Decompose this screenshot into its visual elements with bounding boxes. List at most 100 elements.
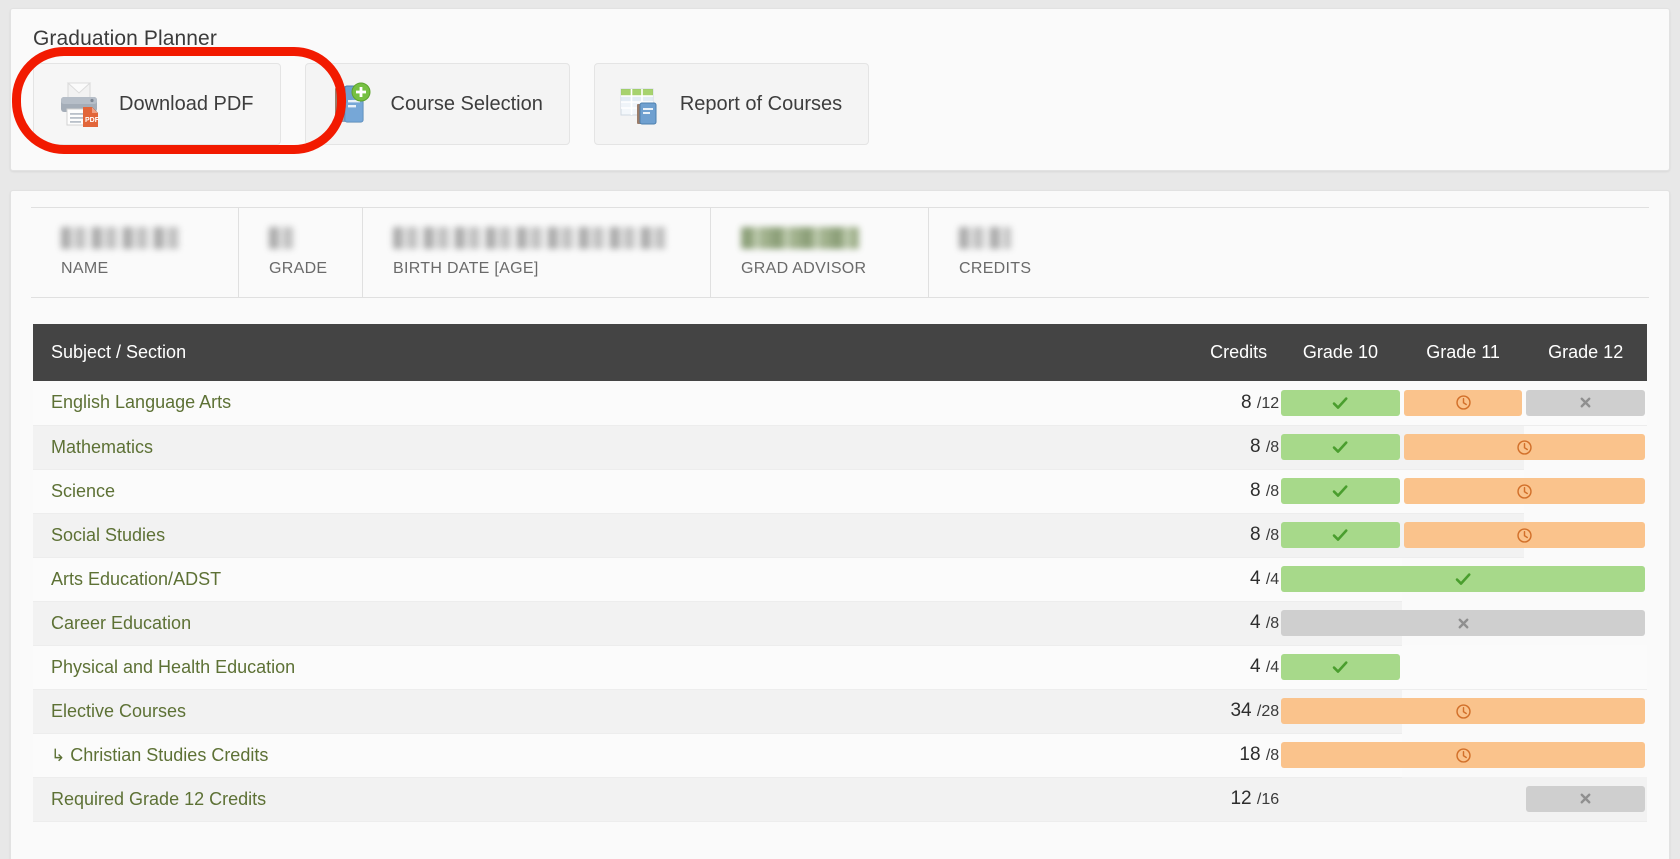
table-row[interactable]: Required Grade 12 Credits 12 /16 bbox=[33, 777, 1647, 822]
subject-label[interactable]: ↳ Christian Studies Credits bbox=[33, 745, 268, 765]
check-icon bbox=[1333, 397, 1348, 409]
report-of-courses-button[interactable]: Report of Courses bbox=[593, 63, 870, 145]
credits-required: /28 bbox=[1256, 703, 1280, 720]
status-bar-in-progress[interactable] bbox=[1403, 389, 1523, 416]
student-grade-value-redacted bbox=[269, 227, 293, 249]
column-header-credits[interactable]: Credits bbox=[1147, 324, 1280, 381]
status-cell-grade-11[interactable] bbox=[1401, 425, 1645, 470]
table-row[interactable]: ↳ Christian Studies Credits 18 /8 bbox=[33, 733, 1647, 778]
subject-cell: Arts Education/ADST bbox=[33, 557, 1148, 602]
download-pdf-button[interactable]: PDF Download PDF bbox=[33, 63, 281, 145]
credits-cell: 8 /8 bbox=[1147, 513, 1280, 558]
status-bar-complete[interactable] bbox=[1281, 389, 1400, 416]
column-header-grade-11[interactable]: Grade 11 bbox=[1401, 324, 1525, 381]
table-row[interactable]: Elective Courses 34 /28 bbox=[33, 689, 1647, 734]
status-cell-grade-10[interactable] bbox=[1279, 425, 1402, 470]
subject-label[interactable]: Career Education bbox=[33, 613, 191, 633]
status-cell-grade-10[interactable] bbox=[1279, 777, 1402, 822]
status-bar-in-progress[interactable] bbox=[1403, 434, 1645, 460]
status-bar-complete[interactable] bbox=[1281, 434, 1400, 460]
status-cell-grade-10[interactable] bbox=[1279, 469, 1402, 514]
status-cell-grade-12[interactable] bbox=[1524, 777, 1647, 822]
credits-earned: 4 bbox=[1249, 612, 1261, 633]
status-cell-grade-10[interactable] bbox=[1279, 689, 1645, 734]
status-cell-grade-10[interactable] bbox=[1279, 733, 1645, 778]
credits-required: /8 bbox=[1265, 615, 1280, 632]
status-cell-grade-10[interactable] bbox=[1279, 381, 1402, 426]
credits-cell: 18 /8 bbox=[1147, 733, 1280, 778]
credits-cell: 4 /4 bbox=[1147, 557, 1280, 602]
clock-icon bbox=[1455, 747, 1471, 763]
credits-earned: 8 bbox=[1249, 524, 1261, 545]
subject-label[interactable]: Arts Education/ADST bbox=[33, 569, 221, 589]
subject-label[interactable]: Mathematics bbox=[33, 437, 153, 457]
status-cell-grade-11[interactable] bbox=[1401, 513, 1645, 558]
table-row[interactable]: Mathematics 8 /8 bbox=[33, 425, 1647, 470]
cross-icon bbox=[1458, 618, 1469, 628]
course-selection-button[interactable]: Course Selection bbox=[304, 63, 570, 145]
status-bar-complete[interactable] bbox=[1281, 478, 1400, 504]
credits-required: /8 bbox=[1265, 483, 1280, 500]
check-icon bbox=[1333, 661, 1348, 673]
status-bar-in-progress[interactable] bbox=[1281, 742, 1645, 768]
subject-label[interactable]: English Language Arts bbox=[33, 392, 231, 412]
status-cell-grade-12[interactable] bbox=[1524, 645, 1647, 690]
subject-cell: Social Studies bbox=[33, 513, 1148, 558]
table-row[interactable]: Physical and Health Education 4 /4 bbox=[33, 645, 1647, 690]
credits-required: /16 bbox=[1256, 791, 1280, 808]
check-icon bbox=[1333, 441, 1348, 453]
page-title: Graduation Planner bbox=[33, 27, 217, 50]
credits-earned: 8 bbox=[1241, 391, 1252, 413]
status-bar-complete[interactable] bbox=[1281, 654, 1400, 680]
credits-value-redacted bbox=[959, 227, 1011, 249]
credits-earned: 12 bbox=[1230, 788, 1252, 809]
status-bar-in-progress[interactable] bbox=[1281, 698, 1645, 724]
subject-cell: English Language Arts bbox=[33, 381, 1148, 426]
status-cell-grade-11[interactable] bbox=[1401, 777, 1525, 822]
status-cell-grade-11[interactable] bbox=[1401, 469, 1645, 514]
grad-advisor-value-redacted bbox=[741, 227, 859, 249]
subject-label[interactable]: Required Grade 12 Credits bbox=[33, 789, 266, 809]
table-row[interactable]: Social Studies 8 /8 bbox=[33, 513, 1647, 558]
subject-label[interactable]: Elective Courses bbox=[33, 701, 186, 721]
spreadsheet-book-icon bbox=[617, 80, 663, 128]
printer-pdf-icon: PDF bbox=[56, 80, 102, 128]
info-label-name: NAME bbox=[61, 260, 109, 277]
check-icon bbox=[1333, 529, 1348, 541]
subject-cell: Mathematics bbox=[33, 425, 1148, 470]
subject-label[interactable]: Science bbox=[33, 481, 115, 501]
status-cell-grade-10[interactable] bbox=[1279, 513, 1402, 558]
status-bar-not-met[interactable] bbox=[1526, 785, 1645, 812]
column-header-grade-10[interactable]: Grade 10 bbox=[1279, 324, 1402, 381]
action-button-group: PDF Download PDF Course Selection Report… bbox=[33, 63, 1647, 145]
subject-label[interactable]: Social Studies bbox=[33, 525, 165, 545]
table-row[interactable]: Arts Education/ADST 4 /4 bbox=[33, 557, 1647, 602]
status-bar-complete[interactable] bbox=[1281, 566, 1645, 592]
status-bar-in-progress[interactable] bbox=[1403, 522, 1645, 548]
status-cell-grade-10[interactable] bbox=[1279, 601, 1645, 646]
check-icon bbox=[1455, 573, 1471, 585]
status-bar-not-met[interactable] bbox=[1526, 389, 1645, 416]
table-row[interactable]: English Language Arts 8 /12 bbox=[33, 381, 1647, 426]
credits-cell: 4 /8 bbox=[1147, 601, 1280, 646]
book-add-icon bbox=[328, 80, 374, 128]
info-cell-grad-advisor: GRAD ADVISOR bbox=[711, 208, 929, 297]
subject-label[interactable]: Physical and Health Education bbox=[33, 657, 295, 677]
credits-earned: 8 bbox=[1249, 480, 1261, 501]
table-header: Subject / Section Credits Grade 10 Grade… bbox=[33, 324, 1647, 381]
status-bar-complete[interactable] bbox=[1281, 522, 1400, 548]
credits-required: /4 bbox=[1265, 659, 1280, 676]
status-cell-grade-12[interactable] bbox=[1524, 381, 1647, 426]
info-label-credits: CREDITS bbox=[959, 260, 1032, 277]
status-cell-grade-10[interactable] bbox=[1279, 645, 1402, 690]
status-bar-not-met[interactable] bbox=[1281, 610, 1645, 636]
clock-icon bbox=[1455, 395, 1471, 410]
column-header-grade-12[interactable]: Grade 12 bbox=[1524, 324, 1647, 381]
status-cell-grade-11[interactable] bbox=[1401, 645, 1525, 690]
status-cell-grade-10[interactable] bbox=[1279, 557, 1645, 602]
status-cell-grade-11[interactable] bbox=[1401, 381, 1525, 426]
status-bar-in-progress[interactable] bbox=[1403, 478, 1645, 504]
table-row[interactable]: Career Education 4 /8 bbox=[33, 601, 1647, 646]
column-header-subject[interactable]: Subject / Section bbox=[33, 324, 1148, 381]
table-row[interactable]: Science 8 /8 bbox=[33, 469, 1647, 514]
